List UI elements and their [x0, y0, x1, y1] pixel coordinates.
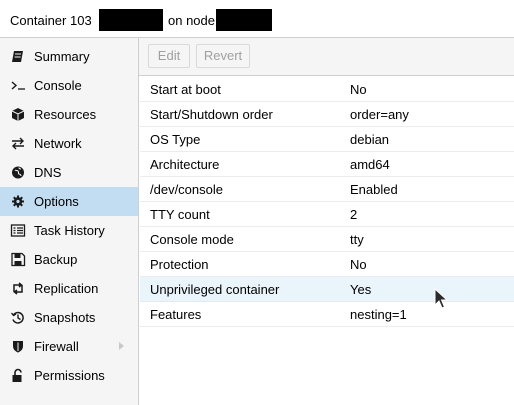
option-value: No — [350, 257, 367, 272]
sidebar-item-label: Resources — [34, 107, 97, 122]
sidebar-item-dns[interactable]: DNS — [0, 158, 138, 187]
table-row[interactable]: Start at boot No — [140, 77, 514, 102]
shield-icon — [10, 339, 26, 354]
option-key: Unprivileged container — [150, 282, 280, 297]
table-row[interactable]: TTY count 2 — [140, 202, 514, 227]
sidebar-item-firewall[interactable]: Firewall — [0, 332, 138, 361]
option-value: order=any — [350, 107, 409, 122]
sidebar-item-replication[interactable]: Replication — [0, 274, 138, 303]
redacted-node-name — [216, 9, 272, 31]
sidebar-item-label: DNS — [34, 165, 62, 180]
sidebar-item-network[interactable]: Network — [0, 129, 138, 158]
sidebar-item-snapshots[interactable]: Snapshots — [0, 303, 138, 332]
sidebar-item-permissions[interactable]: Permissions — [0, 361, 138, 390]
node-label: on node — [168, 13, 215, 28]
chevron-right-icon[interactable] — [119, 342, 124, 350]
container-title: Container 103 — [10, 13, 92, 28]
sidebar-item-console[interactable]: Console — [0, 71, 138, 100]
book-icon — [10, 49, 26, 64]
sidebar-item-label: Console — [34, 78, 82, 93]
sidebar-item-label: Backup — [34, 252, 78, 267]
table-row[interactable]: Unprivileged container Yes — [140, 277, 514, 302]
sidebar-item-label: Snapshots — [34, 310, 96, 325]
unlock-icon — [10, 368, 26, 383]
edit-button[interactable]: Edit — [148, 44, 190, 68]
table-row[interactable]: Start/Shutdown order order=any — [140, 102, 514, 127]
retweet-icon — [10, 281, 26, 296]
sidebar-nav: Summary Console Resources Network DNS Op… — [0, 38, 139, 405]
sidebar-item-label: Firewall — [34, 339, 79, 354]
option-value: nesting=1 — [350, 307, 407, 322]
exchange-icon — [10, 136, 26, 151]
options-grid: Start at boot No Start/Shutdown order or… — [140, 77, 514, 405]
floppy-icon — [10, 252, 26, 267]
revert-button[interactable]: Revert — [196, 44, 250, 68]
table-row[interactable]: Protection No — [140, 252, 514, 277]
history-icon — [10, 310, 26, 325]
sidebar-item-options[interactable]: Options — [0, 187, 138, 216]
sidebar-item-task-history[interactable]: Task History — [0, 216, 138, 245]
cube-icon — [10, 107, 26, 122]
sidebar-item-backup[interactable]: Backup — [0, 245, 138, 274]
options-toolbar: Edit Revert — [139, 38, 514, 76]
sidebar-item-label: Options — [34, 194, 79, 209]
lxc-options-panel: Container 103 on node Summary Console Re… — [0, 0, 514, 405]
option-key: Console mode — [150, 232, 234, 247]
table-row[interactable]: Features nesting=1 — [140, 302, 514, 327]
table-row[interactable]: Console mode tty — [140, 227, 514, 252]
option-value: Yes — [350, 282, 372, 297]
option-key: Architecture — [150, 157, 220, 172]
sidebar-item-label: Network — [34, 136, 82, 151]
sidebar-item-label: Permissions — [34, 368, 105, 383]
redacted-container-name — [99, 9, 163, 31]
sidebar-item-label: Task History — [34, 223, 105, 238]
option-value: debian — [350, 132, 390, 147]
sidebar-item-label: Summary — [34, 49, 90, 64]
table-row[interactable]: /dev/console Enabled — [140, 177, 514, 202]
table-row[interactable]: Architecture amd64 — [140, 152, 514, 177]
option-value: No — [350, 82, 367, 97]
option-key: Start/Shutdown order — [150, 107, 273, 122]
sidebar-item-resources[interactable]: Resources — [0, 100, 138, 129]
globe-icon — [10, 165, 26, 180]
terminal-icon — [10, 78, 26, 93]
table-row[interactable]: OS Type debian — [140, 127, 514, 152]
option-key: /dev/console — [150, 182, 223, 197]
panel-header: Container 103 on node — [0, 0, 514, 38]
option-key: Protection — [150, 257, 209, 272]
gear-icon — [10, 194, 26, 209]
option-value: Enabled — [350, 182, 398, 197]
option-key: Start at boot — [150, 82, 221, 97]
option-value: tty — [350, 232, 364, 247]
option-key: OS Type — [150, 132, 201, 147]
option-key: TTY count — [150, 207, 210, 222]
sidebar-item-label: Replication — [34, 281, 99, 296]
sidebar-item-summary[interactable]: Summary — [0, 42, 138, 71]
option-key: Features — [150, 307, 202, 322]
option-value: amd64 — [350, 157, 390, 172]
mouse-pointer-icon — [434, 288, 448, 309]
option-value: 2 — [350, 207, 358, 222]
list-icon — [10, 223, 26, 238]
